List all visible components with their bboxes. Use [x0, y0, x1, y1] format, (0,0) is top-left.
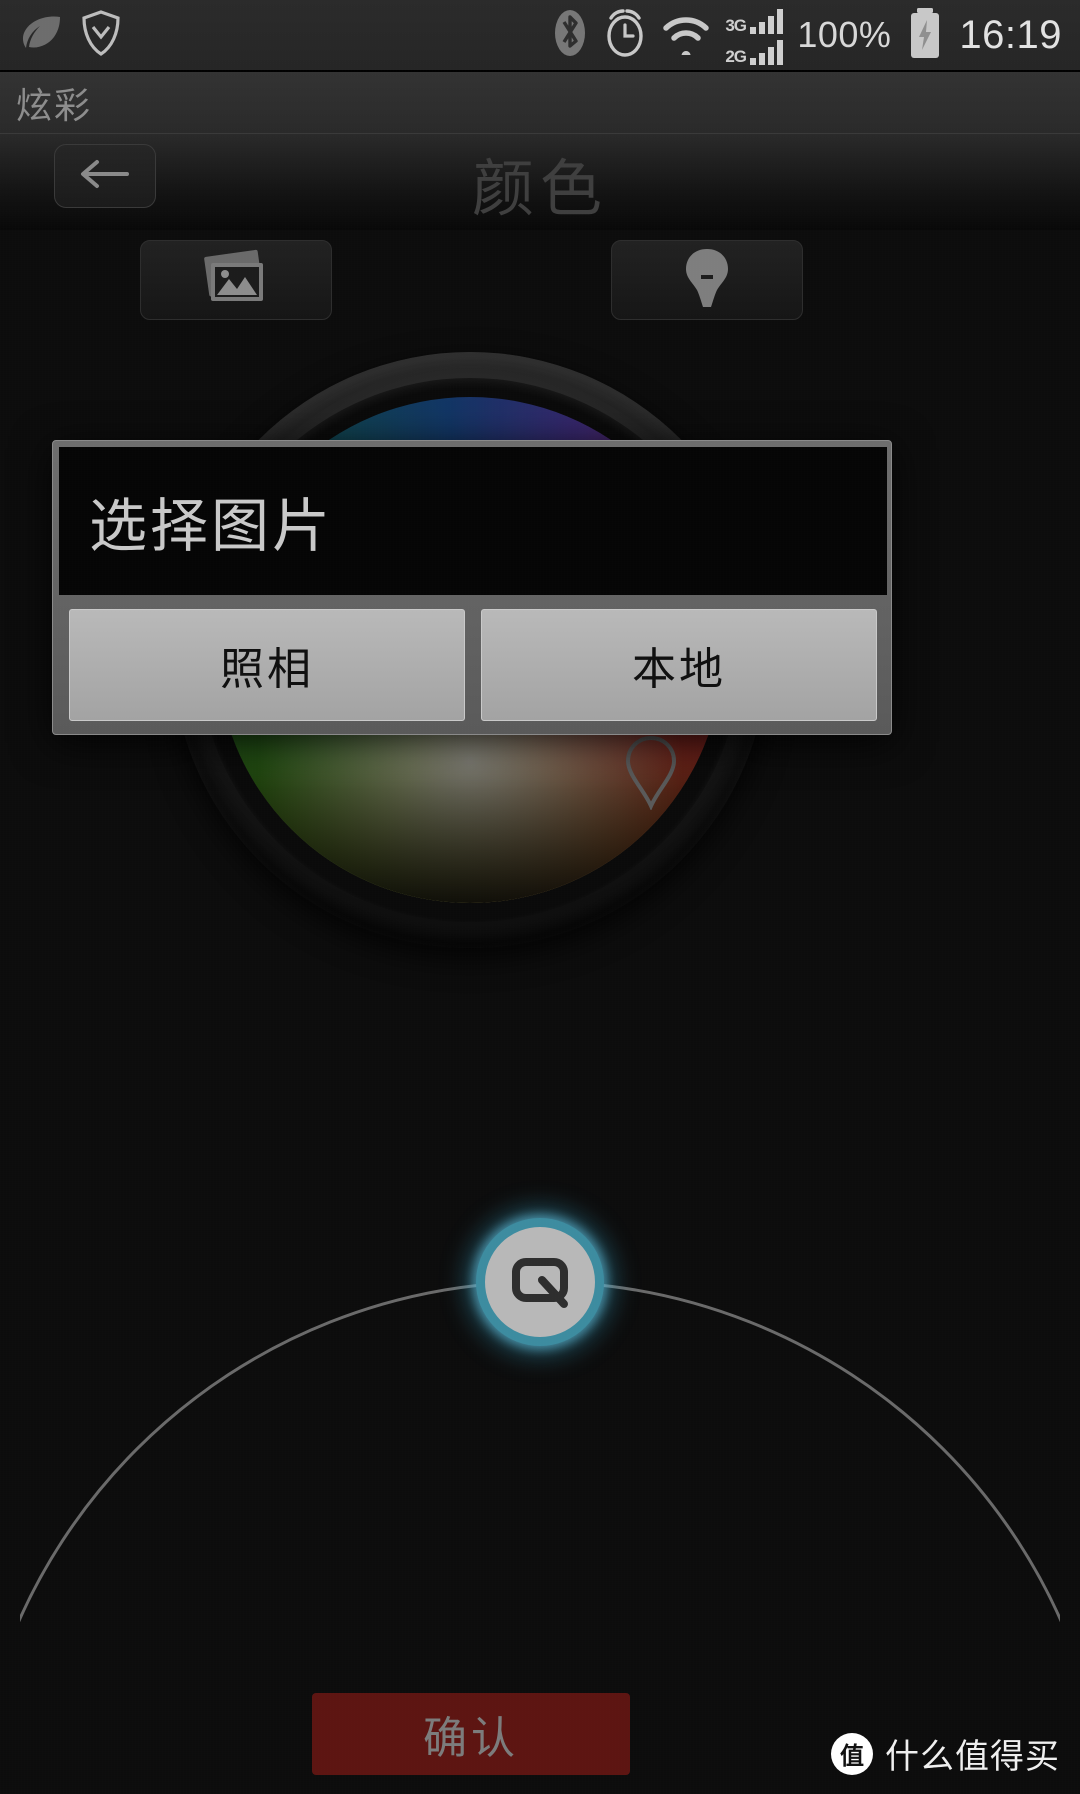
- battery-charging-icon: [905, 6, 945, 65]
- image-icon: [199, 247, 273, 314]
- page-title: 颜色: [471, 155, 608, 224]
- signal-3g-label: 3G: [725, 15, 747, 35]
- bluetooth-icon: [551, 8, 589, 63]
- local-button[interactable]: 本地: [481, 609, 877, 721]
- select-image-dialog: 选择图片 照相 本地: [52, 440, 892, 735]
- map-pin-icon[interactable]: [620, 734, 682, 811]
- signal-3g-icon: 3G: [725, 6, 784, 35]
- app-name-label: 炫彩: [16, 84, 93, 126]
- battery-percent-label: 100%: [797, 14, 892, 55]
- watermark-text: 什么值得买: [885, 1738, 1060, 1776]
- status-bar-right-icons: 3G 2G 100% 16:19: [551, 6, 1062, 65]
- alarm-icon: [603, 8, 647, 63]
- dialog-header: 选择图片: [59, 447, 887, 595]
- gallery-button[interactable]: [140, 240, 332, 320]
- wifi-icon: [661, 11, 711, 60]
- dialog-title: 选择图片: [89, 494, 334, 559]
- bulb-button[interactable]: [611, 240, 803, 320]
- bulb-icon: [681, 245, 733, 316]
- shield-icon: [80, 9, 122, 62]
- status-bar-left-icons: [18, 9, 122, 62]
- status-bar: 3G 2G 100% 16:19: [0, 0, 1080, 72]
- phone-screen: 3G 2G 100% 16:19 炫彩 颜色 确认 选择图片 照相 本地 值 什…: [0, 0, 1080, 1794]
- page-header: 颜色: [0, 134, 1080, 230]
- confirm-button[interactable]: 确认: [312, 1693, 630, 1775]
- dialog-button-row: 照相 本地: [59, 601, 887, 729]
- leaf-icon: [18, 11, 64, 60]
- watermark-badge: 值: [831, 1732, 873, 1775]
- watermark: 值 什么值得买: [831, 1729, 1060, 1778]
- brightness-knob[interactable]: [476, 1218, 604, 1346]
- signal-2g-label: 2G: [725, 46, 747, 66]
- signal-2g-icon: 2G: [725, 37, 784, 66]
- camera-button[interactable]: 照相: [69, 609, 465, 721]
- signal-bars-group: 3G 2G: [725, 6, 784, 66]
- app-title-bar: 炫彩: [0, 72, 1080, 134]
- clock-label: 16:19: [959, 12, 1062, 57]
- brightness-knob-icon: [502, 1242, 578, 1323]
